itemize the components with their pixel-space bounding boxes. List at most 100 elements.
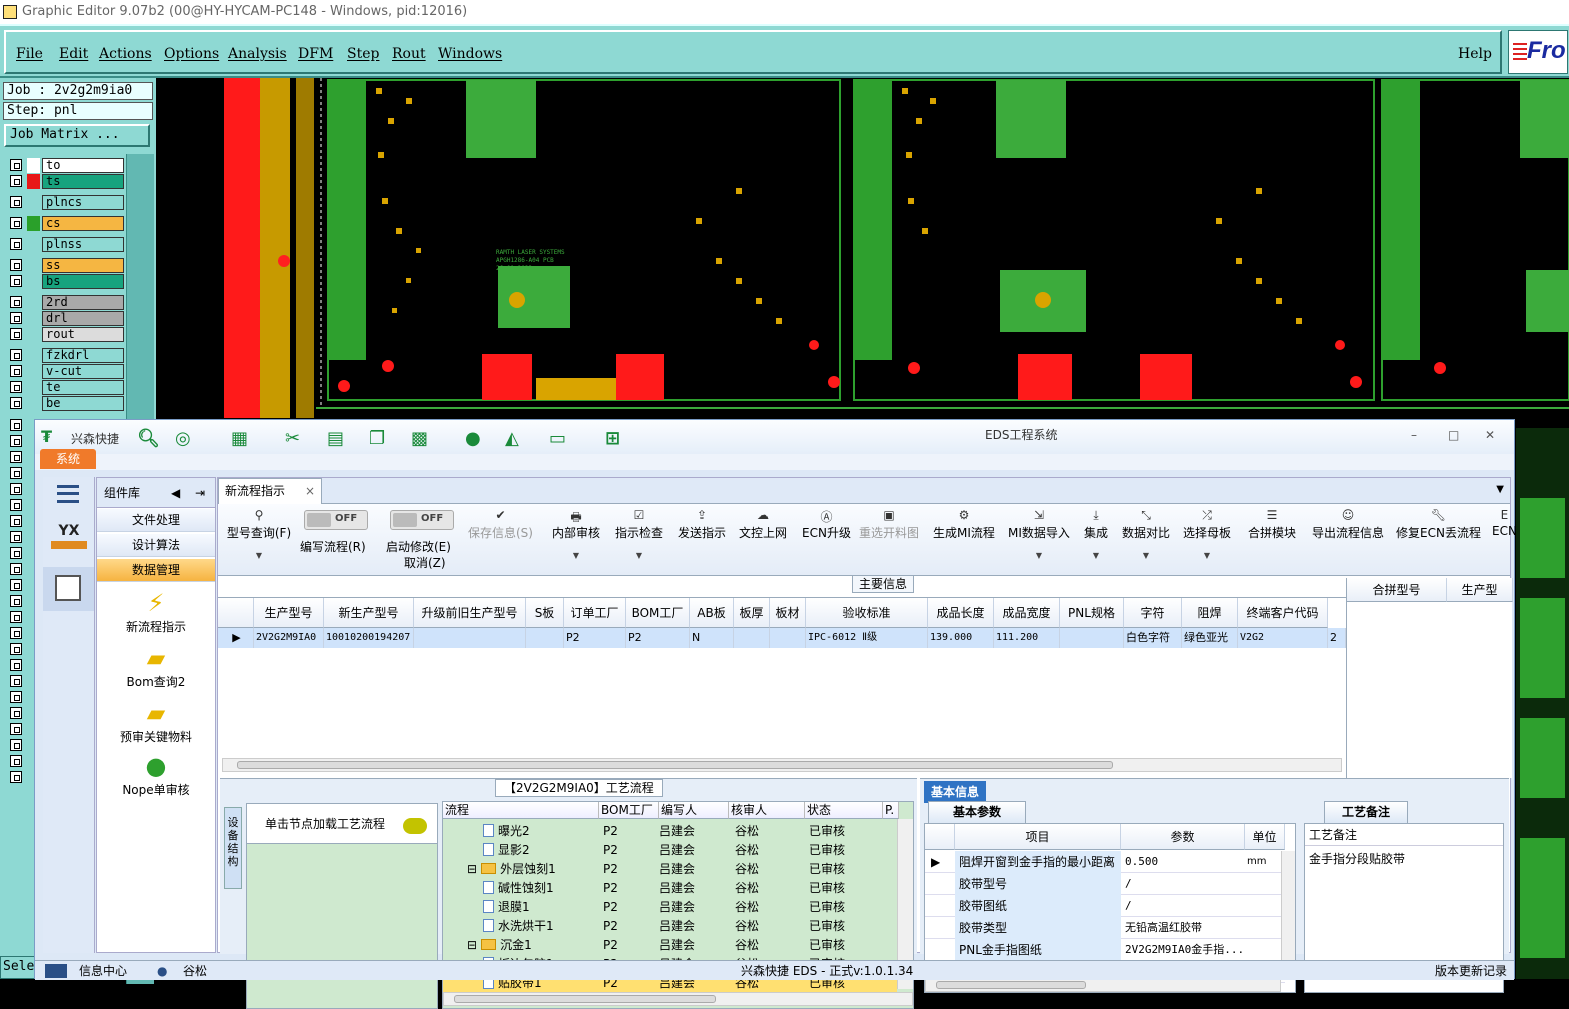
layer-name[interactable]: be <box>42 396 124 411</box>
grid-cell[interactable]: P2 <box>626 628 690 648</box>
yx-logo-icon[interactable]: YX <box>51 523 87 557</box>
scroll-thumb[interactable] <box>454 995 716 1003</box>
layer-name[interactable]: fzkdrl <box>42 348 124 363</box>
layer-checkbox[interactable] <box>10 563 22 575</box>
layer-checkbox[interactable] <box>10 659 22 671</box>
layer-name[interactable]: ss <box>42 258 124 273</box>
layer-row[interactable] <box>6 578 26 593</box>
layer-row[interactable] <box>6 770 26 785</box>
tab-new-flow[interactable]: 新流程指示 × <box>218 478 322 504</box>
windows-icon[interactable]: ⊞ <box>605 428 620 449</box>
film-icon[interactable]: ▤ <box>327 428 344 449</box>
table-icon[interactable]: ▦ <box>231 428 248 449</box>
layer-row[interactable]: plnss <box>6 237 126 252</box>
layer-row[interactable]: v-cut <box>6 364 126 379</box>
grid-header[interactable]: S板 <box>526 598 564 628</box>
layer-row[interactable] <box>6 754 26 769</box>
param-value[interactable]: 无铅高温红胶带 <box>1123 917 1243 939</box>
layer-row[interactable]: to <box>6 158 126 173</box>
layer-name[interactable]: plncs <box>42 195 124 210</box>
menu-step[interactable]: Step <box>347 46 379 62</box>
toolbar-button-12[interactable]: ☰ 合拼模块 <box>1248 508 1296 541</box>
param-row[interactable]: 胶带图纸 / <box>925 895 1285 917</box>
layer-row[interactable] <box>6 706 26 721</box>
layer-checkbox[interactable] <box>10 771 22 783</box>
layer-name[interactable]: te <box>42 380 124 395</box>
grid-cell[interactable]: 10010200194207 <box>324 628 414 648</box>
toolbar-button-1[interactable]: 🖶︎ 内部审核 ▼ <box>552 508 600 560</box>
process-row[interactable]: 曝光2 P2 吕建会 谷松 已审核 <box>443 822 897 841</box>
layer-row[interactable]: fzkdrl <box>6 348 126 363</box>
param-row[interactable]: 胶带类型 无铅高温红胶带 <box>925 917 1285 939</box>
layer-row[interactable]: 2rd <box>6 295 126 310</box>
param-hscroll[interactable] <box>925 978 1281 992</box>
layer-row[interactable]: te <box>6 380 126 395</box>
param-value[interactable]: 2V2G2M9IA0金手指... <box>1123 939 1243 961</box>
toolbar-button-9[interactable]: ⤓ 集成 ▼ <box>1084 508 1108 560</box>
edit-flow-toggle[interactable]: OFF <box>304 510 368 530</box>
layer-checkbox[interactable] <box>10 328 22 340</box>
calculator-icon[interactable] <box>43 567 94 611</box>
maximize-button[interactable]: □ <box>1448 428 1459 442</box>
layer-row[interactable] <box>6 450 26 465</box>
layer-checkbox[interactable] <box>10 627 22 639</box>
close-button[interactable]: ✕ <box>1485 428 1495 442</box>
layer-name[interactable]: ts <box>42 174 124 189</box>
grid-header[interactable]: 板材 <box>770 598 806 628</box>
monitor-icon[interactable]: ▭ <box>549 428 566 449</box>
layer-checkbox[interactable] <box>10 531 22 543</box>
system-tab[interactable]: 系统 <box>40 449 96 469</box>
layer-row[interactable] <box>6 690 26 705</box>
grid-cell[interactable] <box>1060 628 1124 648</box>
layer-row[interactable]: drl <box>6 311 126 326</box>
param-row[interactable]: PNL金手指图纸 2V2G2M9IA0金手指... <box>925 939 1285 961</box>
layer-row[interactable]: be <box>6 396 126 411</box>
user-icon[interactable]: ● <box>465 428 481 449</box>
process-header[interactable]: 流程 <box>443 802 599 819</box>
layer-name[interactable]: v-cut <box>42 364 124 379</box>
tab-dropdown-icon[interactable]: ▼ <box>1496 484 1504 495</box>
layer-checkbox[interactable] <box>10 259 22 271</box>
process-row[interactable]: ⊟ 沉金1 P2 吕建会 谷松 已审核 <box>443 936 897 955</box>
process-row[interactable]: 水洗烘干1 P2 吕建会 谷松 已审核 <box>443 917 897 936</box>
process-notes-tab[interactable]: 工艺备注 <box>1324 801 1408 823</box>
layer-checkbox[interactable] <box>10 515 22 527</box>
toolbar-button-0[interactable]: ✔ 保存信息(S) <box>468 508 533 541</box>
layer-row[interactable] <box>6 674 26 689</box>
layer-checkbox[interactable] <box>10 739 22 751</box>
layer-checkbox[interactable] <box>10 312 22 324</box>
grid-header[interactable]: 升级前旧生产型号 <box>414 598 526 628</box>
item-nope-review[interactable]: ● Nope单审核 <box>97 751 215 798</box>
toolbar-button-5[interactable]: Ⓐ ECN升级 <box>802 508 851 541</box>
grid-header[interactable]: 字符 <box>1124 598 1182 628</box>
param-header[interactable]: 项目 <box>955 824 1121 850</box>
model-query-button[interactable]: ⚲ 型号查询(F) ▼ <box>224 508 294 560</box>
layer-checkbox[interactable] <box>10 196 22 208</box>
grid-cell[interactable] <box>526 628 564 648</box>
layer-row[interactable]: ts <box>6 174 126 189</box>
component-data-management[interactable]: 数据管理 <box>97 559 215 582</box>
param-row[interactable]: ▶ 阻焊开窗到金手指的最小距离 0.500 mm <box>925 851 1285 873</box>
layer-name[interactable]: drl <box>42 311 124 326</box>
layer-checkbox[interactable] <box>10 643 22 655</box>
grid-cell[interactable]: 绿色亚光 <box>1182 628 1238 648</box>
toolbar-button-3[interactable]: ⇪ 发送指示 <box>678 508 726 541</box>
grid-cell[interactable]: 139.000 <box>928 628 994 648</box>
layer-row[interactable] <box>6 514 26 529</box>
copy-icon[interactable]: ❐ <box>369 428 385 449</box>
layer-row[interactable] <box>6 738 26 753</box>
layer-checkbox[interactable] <box>10 723 22 735</box>
grid-cell[interactable] <box>734 628 770 648</box>
menu-options[interactable]: Options <box>164 46 219 62</box>
layer-row[interactable] <box>6 626 26 641</box>
layer-checkbox[interactable] <box>10 175 22 187</box>
menu-help[interactable]: Help <box>1458 46 1492 62</box>
layer-checkbox[interactable] <box>10 467 22 479</box>
layer-checkbox[interactable] <box>10 595 22 607</box>
process-header[interactable]: 核审人 <box>729 802 805 819</box>
collapse-icon[interactable]: ⇥ <box>195 478 205 508</box>
layer-row[interactable] <box>6 482 26 497</box>
basic-params-tab[interactable]: 基本参数 <box>928 801 1026 823</box>
layer-checkbox[interactable] <box>10 579 22 591</box>
layer-name[interactable]: 2rd <box>42 295 124 310</box>
